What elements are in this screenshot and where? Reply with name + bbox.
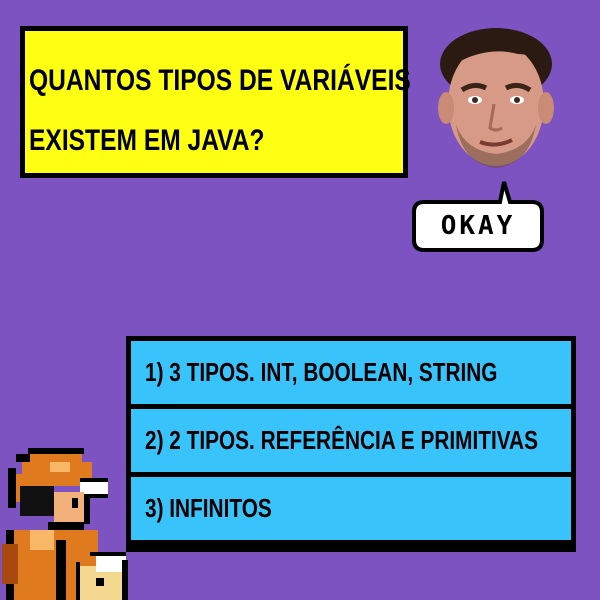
answer-option-3[interactable]: 3) INFINITOS <box>131 477 571 540</box>
okay-speech-bubble[interactable]: OKAY <box>410 180 546 254</box>
question-box: QUANTOS TIPOS DE VARIÁVEIS EXISTEM EM JA… <box>20 26 411 178</box>
face-avatar-icon <box>438 28 554 168</box>
answer-option-1-label: 1) 3 TIPOS. INT, BOOLEAN, STRING <box>145 357 498 387</box>
answer-option-2-label: 2) 2 TIPOS. REFERÊNCIA E PRIMITIVAS <box>145 425 538 455</box>
question-line-2: EXISTEM EM JAVA? <box>29 124 265 157</box>
question-line-1: QUANTOS TIPOS DE VARIÁVEIS <box>29 64 411 97</box>
pixel-trainer-sprite-icon <box>2 448 128 600</box>
answer-option-2[interactable]: 2) 2 TIPOS. REFERÊNCIA E PRIMITIVAS <box>131 409 571 472</box>
speech-bubble-label: OKAY <box>440 211 516 241</box>
answer-list: 1) 3 TIPOS. INT, BOOLEAN, STRING 2) 2 TI… <box>126 336 576 552</box>
answer-option-3-label: 3) INFINITOS <box>145 493 272 523</box>
answer-option-1[interactable]: 1) 3 TIPOS. INT, BOOLEAN, STRING <box>131 341 571 404</box>
